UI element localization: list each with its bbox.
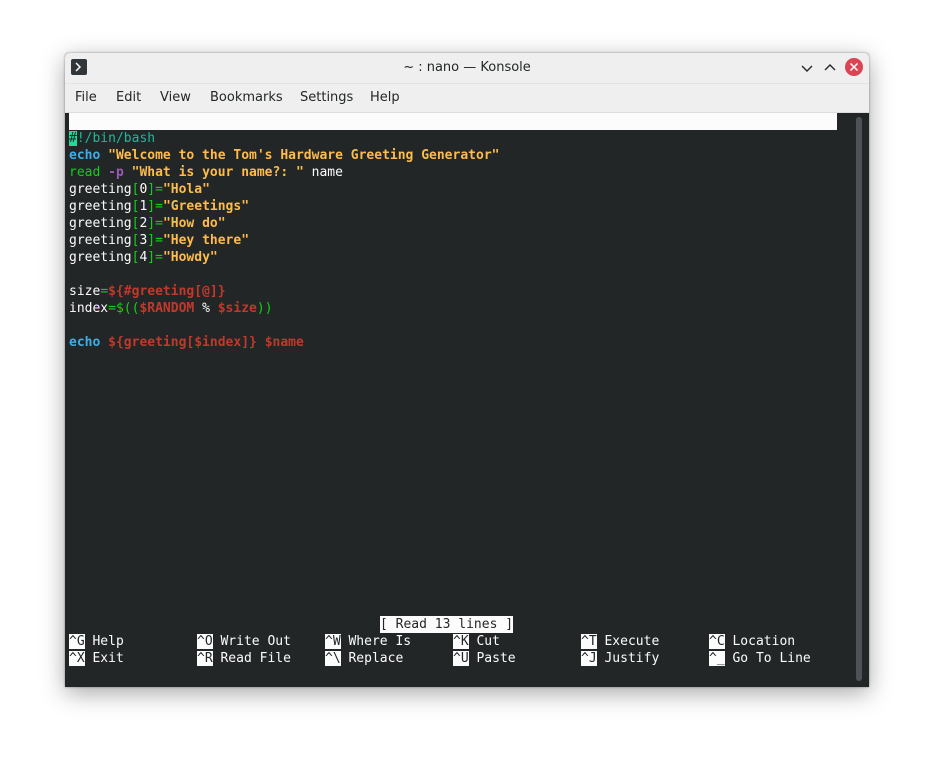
operator: =$(( — [108, 301, 139, 316]
shortcut-replace[interactable]: ^\ Replace — [325, 650, 403, 667]
shortcut-justify[interactable]: ^J Justify — [581, 650, 659, 667]
shortcut-execute[interactable]: ^T Execute — [581, 633, 659, 650]
chevron-down-icon[interactable] — [797, 58, 817, 78]
bracket: ]= — [147, 216, 163, 231]
shortcut-key: ^K — [453, 634, 469, 649]
shortcut-key: ^J — [581, 651, 597, 666]
string: "Greetings" — [163, 199, 249, 214]
close-icon[interactable] — [845, 58, 863, 76]
shortcut-key: ^U — [453, 651, 469, 666]
code-line: greeting[3]="Hey there" — [69, 232, 249, 249]
shortcut-write-out[interactable]: ^O Write Out — [197, 633, 291, 650]
code-line: greeting[4]="Howdy" — [69, 249, 218, 266]
code-line: echo "Welcome to the Tom's Hardware Gree… — [69, 147, 499, 164]
shortcut-key: ^C — [709, 634, 725, 649]
string: "What is your name?: " — [132, 165, 304, 180]
shortcut-cut[interactable]: ^K Cut — [453, 633, 500, 650]
bracket: ]= — [147, 233, 163, 248]
code-line: #!/bin/bash — [69, 130, 155, 147]
shortcut-label: Execute — [604, 634, 659, 649]
shortcut-label: Location — [732, 634, 795, 649]
expansion: $size — [218, 301, 257, 316]
chevron-up-icon[interactable] — [820, 58, 840, 78]
code-line: greeting[1]="Greetings" — [69, 198, 249, 215]
bracket: ]= — [147, 250, 163, 265]
shortcut-key: ^_ — [709, 651, 725, 666]
operator: )) — [257, 301, 273, 316]
string: "Hey there" — [163, 233, 249, 248]
string: "How do" — [163, 216, 226, 231]
shortcut-label: Exit — [92, 651, 123, 666]
operator: = — [100, 284, 108, 299]
shortcut-label: Replace — [348, 651, 403, 666]
variable: index — [69, 301, 108, 316]
keyword: read — [69, 165, 100, 180]
string: "Hola" — [163, 182, 210, 197]
operator: % — [194, 301, 217, 316]
shortcut-key: ^\ — [325, 651, 341, 666]
menu-settings[interactable]: Settings — [300, 90, 353, 105]
expansion: ${#greeting[@]} — [108, 284, 225, 299]
text-cursor: # — [69, 131, 77, 146]
code-line: greeting[0]="Hola" — [69, 181, 210, 198]
code-line: index=$(($RANDOM % $size)) — [69, 300, 273, 317]
expansion: $RANDOM — [139, 301, 194, 316]
shortcut-exit[interactable]: ^X Exit — [69, 650, 124, 667]
shortcut-key: ^W — [325, 634, 341, 649]
argument: name — [304, 165, 343, 180]
shortcut-key: ^T — [581, 634, 597, 649]
shebang: !/bin/bash — [77, 131, 155, 146]
menu-bookmarks[interactable]: Bookmarks — [210, 90, 283, 105]
title-bar[interactable]: ~ : nano — Konsole — [65, 53, 869, 84]
nano-status: [ Read 13 lines ] — [380, 616, 513, 633]
string: "Howdy" — [163, 250, 218, 265]
menu-view[interactable]: View — [160, 90, 191, 105]
menu-bar: File Edit View Bookmarks Settings Help — [65, 84, 869, 113]
window-title: ~ : nano — Konsole — [65, 60, 869, 75]
shortcut-location[interactable]: ^C Location — [709, 633, 795, 650]
expansion: ${greeting[$index]} — [108, 335, 257, 350]
shortcut-help[interactable]: ^G Help — [69, 633, 124, 650]
variable: greeting — [69, 250, 132, 265]
code-line: echo ${greeting[$index]} $name — [69, 334, 304, 351]
shortcut-paste[interactable]: ^U Paste — [453, 650, 516, 667]
shortcut-label: Go To Line — [732, 651, 810, 666]
expansion: $name — [265, 335, 304, 350]
shortcut-key: ^G — [69, 634, 85, 649]
bracket: ]= — [147, 199, 163, 214]
shortcut-label: Where Is — [348, 634, 411, 649]
nano-header: GNU nano 5.4 random-greetings.sh — [69, 113, 837, 130]
scrollbar[interactable] — [856, 117, 862, 681]
string: "Welcome to the Tom's Hardware Greeting … — [108, 148, 499, 163]
shortcut-label: Help — [92, 634, 123, 649]
shortcut-go-to-line[interactable]: ^_ Go To Line — [709, 650, 811, 667]
shortcut-label: Justify — [604, 651, 659, 666]
shortcut-label: Write Out — [220, 634, 290, 649]
menu-file[interactable]: File — [75, 90, 97, 105]
variable: greeting — [69, 233, 132, 248]
shortcut-key: ^X — [69, 651, 85, 666]
shortcut-label: Read File — [220, 651, 290, 666]
shortcut-key: ^R — [197, 651, 213, 666]
keyword: echo — [69, 148, 100, 163]
code-line: read -p "What is your name?: " name — [69, 164, 343, 181]
variable: size — [69, 284, 100, 299]
shortcut-label: Cut — [476, 634, 499, 649]
shortcut-key: ^O — [197, 634, 213, 649]
terminal-view[interactable]: GNU nano 5.4 random-greetings.sh #!/bin/… — [65, 113, 869, 687]
konsole-window: ~ : nano — Konsole File Edit View Bookma… — [65, 53, 869, 687]
variable: greeting — [69, 182, 132, 197]
code-line: greeting[2]="How do" — [69, 215, 226, 232]
bracket: ]= — [147, 182, 163, 197]
menu-edit[interactable]: Edit — [116, 90, 141, 105]
shortcut-label: Paste — [476, 651, 515, 666]
variable: greeting — [69, 199, 132, 214]
shortcut-where-is[interactable]: ^W Where Is — [325, 633, 411, 650]
code-line: size=${#greeting[@]} — [69, 283, 226, 300]
menu-help[interactable]: Help — [370, 90, 400, 105]
keyword: echo — [69, 335, 100, 350]
shortcut-read-file[interactable]: ^R Read File — [197, 650, 291, 667]
variable: greeting — [69, 216, 132, 231]
flag: -p — [108, 165, 124, 180]
